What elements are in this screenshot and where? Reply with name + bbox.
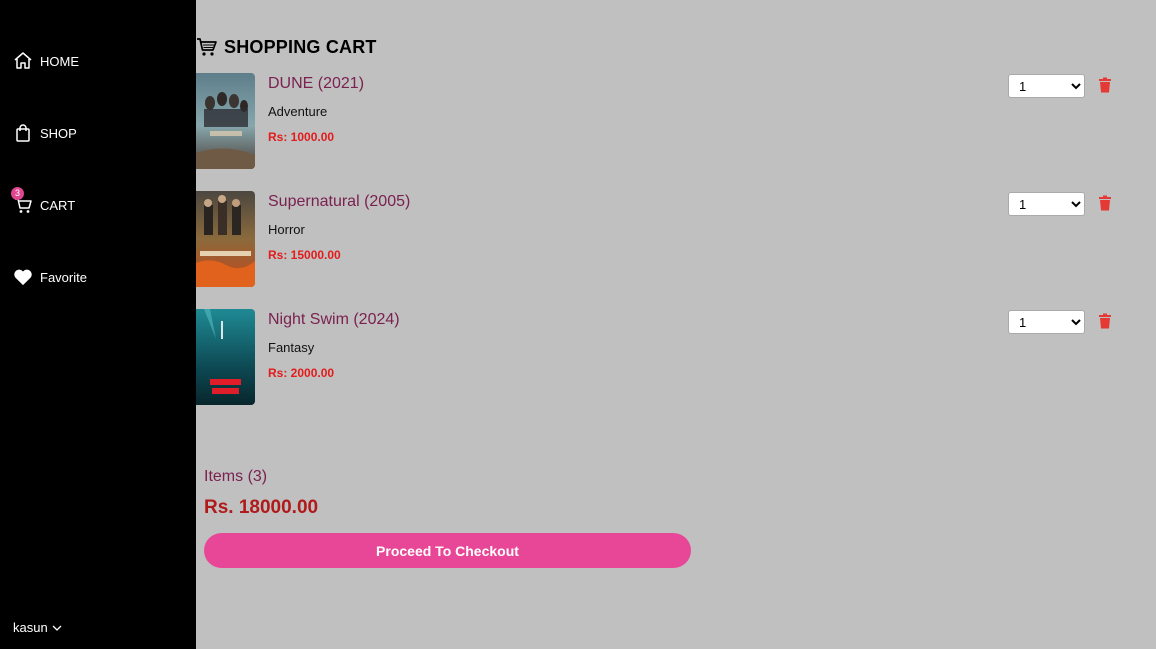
- cart-item: DUNE (2021) Adventure Rs: 1000.00 1: [196, 73, 1126, 169]
- cart-total: Rs. 18000.00: [204, 497, 319, 518]
- item-price: Rs: 15000.00: [268, 248, 341, 262]
- quantity-select[interactable]: 1: [1008, 310, 1085, 334]
- item-genre: Horror: [268, 222, 305, 237]
- sidebar: HOME SHOP 3 CART Favorite kasun: [0, 0, 196, 649]
- sidebar-item-label: SHOP: [40, 125, 77, 141]
- page-title: SHOPPING CART: [224, 36, 377, 57]
- quantity-select[interactable]: 1: [1008, 74, 1085, 98]
- shopping-bag-icon: [13, 123, 33, 143]
- item-title[interactable]: DUNE (2021): [268, 75, 364, 93]
- sidebar-item-label: CART: [40, 197, 76, 213]
- sidebar-item-favorite[interactable]: Favorite: [13, 267, 87, 287]
- cart-count-badge: 3: [11, 187, 24, 200]
- quantity-select[interactable]: 1: [1008, 192, 1085, 216]
- sidebar-item-label: Favorite: [40, 269, 87, 285]
- cart-icon: 3: [11, 187, 33, 215]
- cart-icon: [197, 38, 217, 56]
- movie-poster[interactable]: [196, 73, 255, 169]
- item-price: Rs: 1000.00: [268, 130, 335, 144]
- trash-icon[interactable]: [1098, 77, 1112, 93]
- item-title[interactable]: Supernatural (2005): [268, 193, 410, 211]
- username: kasun: [13, 620, 48, 635]
- page-header: SHOPPING CART: [196, 36, 377, 58]
- user-menu[interactable]: kasun: [13, 620, 62, 635]
- cart-item: Supernatural (2005) Horror Rs: 15000.00 …: [196, 191, 1126, 287]
- heart-icon: [13, 267, 33, 287]
- sidebar-item-label: HOME: [40, 53, 79, 69]
- sidebar-item-home[interactable]: HOME: [13, 51, 79, 71]
- movie-poster[interactable]: [196, 191, 255, 287]
- trash-icon[interactable]: [1098, 313, 1112, 329]
- sidebar-item-cart[interactable]: 3 CART: [11, 187, 76, 215]
- item-title[interactable]: Night Swim (2024): [268, 311, 400, 329]
- trash-icon[interactable]: [1098, 195, 1112, 211]
- sidebar-item-shop[interactable]: SHOP: [13, 123, 77, 143]
- chevron-down-icon: [52, 625, 62, 631]
- movie-poster[interactable]: [196, 309, 255, 405]
- cart-item: Night Swim (2024) Fantasy Rs: 2000.00 1: [196, 309, 1126, 405]
- items-count: Items (3): [204, 468, 268, 485]
- item-genre: Adventure: [268, 104, 328, 119]
- checkout-button[interactable]: Proceed To Checkout: [204, 533, 691, 568]
- item-price: Rs: 2000.00: [268, 366, 335, 380]
- item-genre: Fantasy: [268, 340, 315, 355]
- home-icon: [13, 51, 33, 71]
